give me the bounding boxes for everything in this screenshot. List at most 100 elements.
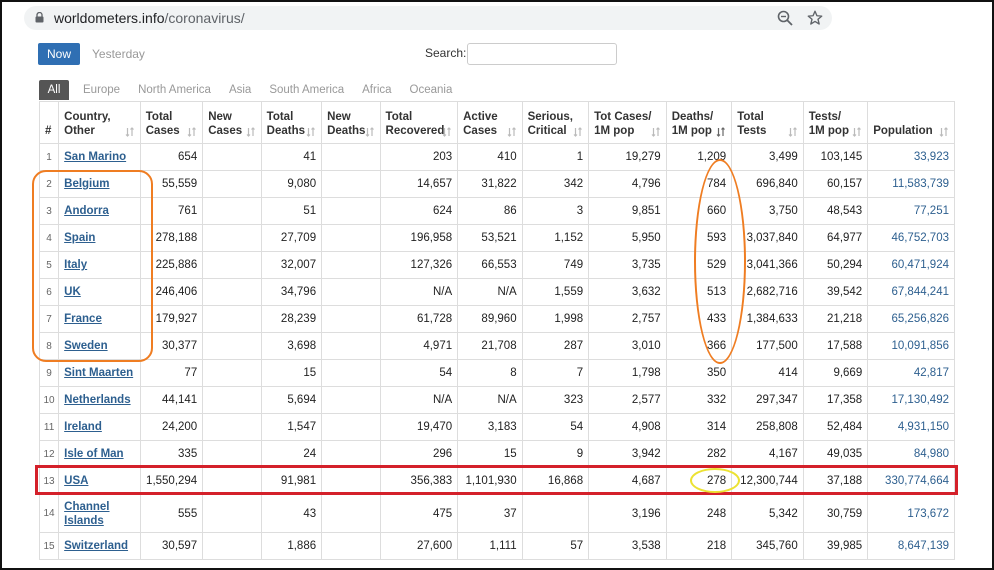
total-recovered-cell: 19,470 [379,413,459,441]
zoom-icon[interactable] [777,10,793,26]
country-link[interactable]: Ireland [64,421,102,433]
url-text[interactable]: worldometers.info/coronavirus/ [54,10,245,26]
total-cases-cell: 1,550,294 [139,467,204,495]
population-cell: 33,923 [867,143,955,171]
country-link[interactable]: Netherlands [64,394,130,406]
column-header-population[interactable]: Population [867,101,955,144]
tab-all[interactable]: All [39,80,69,100]
deaths-per-1m-cell: 529 [665,251,733,279]
tab-north-america[interactable]: North America [138,84,211,96]
tab-south-america[interactable]: South America [269,84,344,96]
total-recovered-cell: 61,728 [379,305,459,333]
active-cases-cell: 53,521 [457,224,523,252]
country-name: Spain [64,232,96,244]
sort-arrows-icon[interactable] [852,127,862,137]
country-link[interactable]: UK [64,286,81,298]
column-header-new-deaths[interactable]: New Deaths [321,101,381,144]
column-header-new-cases[interactable]: New Cases [202,101,262,144]
total-cases-cell: 179,927 [139,305,204,333]
country-link[interactable]: Andorra [64,205,109,217]
search-input[interactable] [467,43,617,65]
column-header-deaths-per-1m[interactable]: Deaths/1M pop [665,101,733,144]
deaths-per-1m-cell: 278 [665,467,733,495]
new-deaths-cell [321,413,381,441]
country-name: Andorra [64,205,109,217]
column-header-tests-per-1m[interactable]: Tests/1M pop [802,101,869,144]
country-link[interactable]: France [64,313,102,325]
total-cases-cell: 30,597 [139,532,204,560]
sort-arrows-icon[interactable] [939,127,949,137]
table-row: 6 UK 246,406 34,796 N/A N/A 1,559 3,632 513 2,682… [38,278,955,306]
table-body: 1 San Marino 654 41 203 410 1 19,279 1,209 3,499 1… [38,143,955,560]
population-cell: 67,844,241 [867,278,955,306]
sort-arrows-icon[interactable] [365,127,375,137]
column-header-tot-cases-per-1m[interactable]: Tot Cases/1M pop [588,101,667,144]
country-link[interactable]: Channel Islands [64,501,109,527]
total-cases-cell: 278,188 [139,224,204,252]
column-header-total-recovered[interactable]: Total Recovered [379,101,459,144]
row-rank: 6 [38,278,60,306]
sort-arrows-icon[interactable] [125,127,135,137]
total-recovered-cell: 54 [379,359,459,387]
country-link[interactable]: Isle of Man [64,448,123,460]
sort-arrows-icon[interactable] [306,127,316,137]
new-deaths-cell [321,278,381,306]
tests-per-1m-cell: 60,157 [802,170,869,198]
address-bar[interactable]: worldometers.info/coronavirus/ [24,6,832,30]
total-cases-cell: 44,141 [139,386,204,414]
yesterday-button[interactable]: Yesterday [92,47,145,61]
sort-arrows-icon[interactable] [246,127,256,137]
country-link[interactable]: Sweden [64,340,107,352]
total-cases-cell: 24,200 [139,413,204,441]
country-name: Italy [64,259,88,271]
tab-oceania[interactable]: Oceania [410,84,453,96]
country-link[interactable]: Italy [64,259,87,271]
star-icon[interactable] [806,9,824,27]
now-button[interactable]: Now [38,43,80,65]
url-domain: worldometers.info [54,10,165,26]
country-link[interactable]: Switzerland [64,540,128,552]
new-cases-cell [202,143,262,171]
tests-per-1m-cell: 103,145 [802,143,869,171]
sort-arrows-icon[interactable] [651,127,661,137]
column-header-total-cases[interactable]: Total Cases [139,101,204,144]
active-cases-cell: 31,822 [457,170,523,198]
tab-asia[interactable]: Asia [229,84,251,96]
population-cell: 60,471,924 [867,251,955,279]
column-header-active-cases[interactable]: Active Cases [457,101,523,144]
lock-icon[interactable] [35,12,44,23]
column-header-country[interactable]: Country, Other [58,101,141,144]
row-rank: 14 [38,494,60,533]
population-cell: 84,980 [867,440,955,468]
new-cases-cell [202,440,262,468]
sort-arrows-icon[interactable] [442,127,452,137]
country-name: UK [64,286,81,298]
total-tests-cell: 1,384,633 [731,305,804,333]
country-link[interactable]: Spain [64,232,95,244]
total-deaths-cell: 5,694 [260,386,323,414]
sort-arrows-icon[interactable] [788,127,798,137]
column-header-total-tests[interactable]: Total Tests [731,101,804,144]
country-link[interactable]: San Marino [64,151,126,163]
sort-arrows-icon[interactable] [187,127,197,137]
tests-per-1m-cell: 48,543 [802,197,869,225]
tab-europe[interactable]: Europe [83,84,120,96]
sort-descending-icon[interactable] [716,127,726,137]
column-header-line: Active [463,111,498,123]
country-link[interactable]: Sint Maarten [64,367,133,379]
sort-arrows-icon[interactable] [573,127,583,137]
deaths-per-1m-cell: 366 [665,332,733,360]
country-link[interactable]: USA [64,475,88,487]
total-deaths-cell: 34,796 [260,278,323,306]
column-header-total-deaths[interactable]: Total Deaths [260,101,323,144]
total-deaths-cell: 3,698 [260,332,323,360]
tab-africa[interactable]: Africa [362,84,391,96]
tests-per-1m-cell: 39,985 [802,532,869,560]
row-rank: 15 [38,532,60,560]
country-cell: Netherlands [58,386,141,414]
country-link[interactable]: Belgium [64,178,109,190]
active-cases-cell: 3,183 [457,413,523,441]
sort-arrows-icon[interactable] [507,127,517,137]
column-header-serious-critical[interactable]: Serious, Critical [521,101,590,144]
country-name: Netherlands [64,394,131,406]
